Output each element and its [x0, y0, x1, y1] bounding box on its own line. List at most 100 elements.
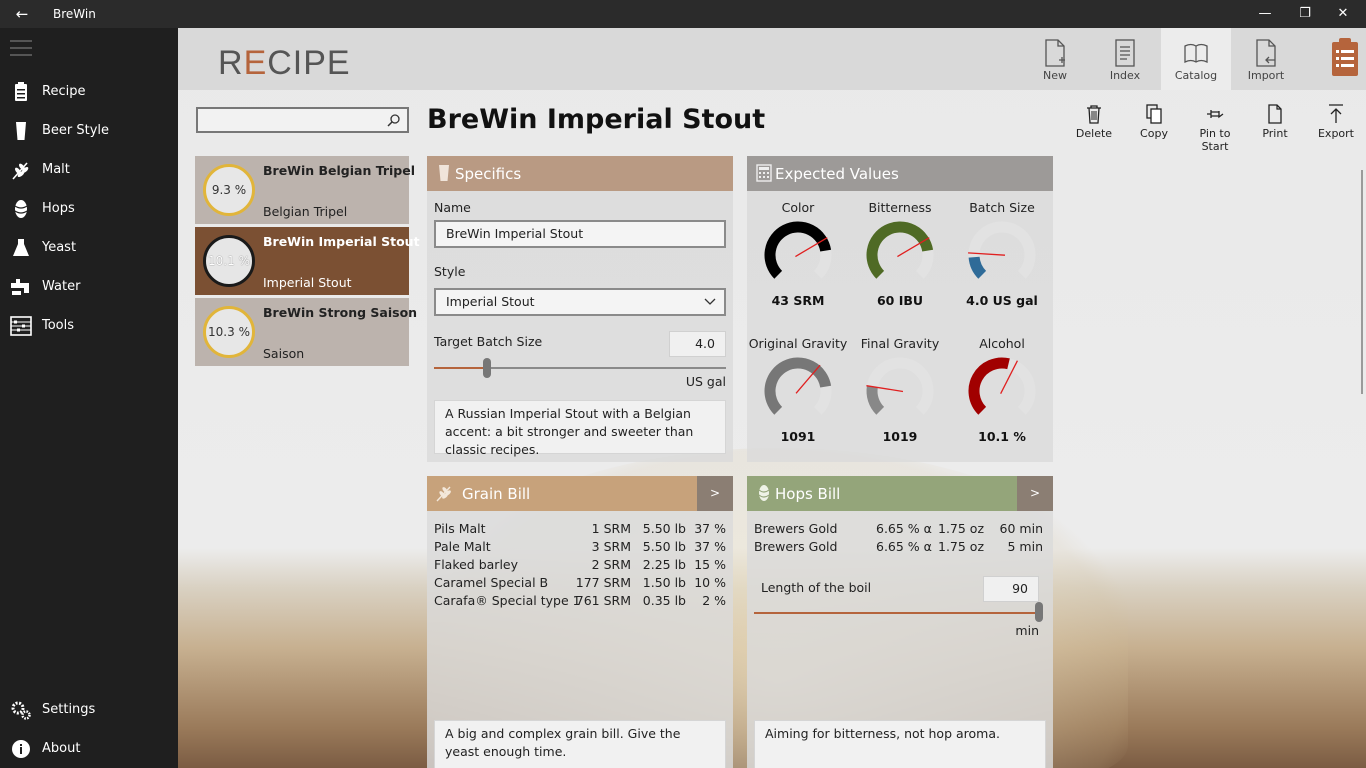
gauge-fill — [968, 256, 987, 279]
recipe-style: Saison — [263, 346, 305, 361]
sidebar-item-malt[interactable]: Malt — [0, 152, 178, 188]
abv-badge: 10.1 % — [203, 235, 255, 287]
table-row: Carafa® Special type 1 761 SRM 0.35 lb 2… — [434, 593, 726, 608]
expected-values-header: Expected Values — [747, 156, 1053, 191]
document-icon — [1268, 104, 1282, 124]
sidebar-item-settings[interactable]: Settings — [0, 692, 178, 728]
abv-badge: 10.3 % — [203, 306, 255, 358]
page-title: RECIPE — [218, 44, 351, 82]
hops-bill-note[interactable]: Aiming for bitterness, not hop aroma. — [754, 720, 1046, 768]
vertical-scrollbar[interactable] — [1361, 170, 1363, 394]
app-title: BreWin — [53, 7, 96, 21]
recipe-list-item-selected[interactable]: 10.1 % BreWin Imperial Stout Imperial St… — [195, 227, 420, 295]
search-box[interactable] — [196, 107, 409, 133]
sidebar-item-about[interactable]: About — [0, 731, 178, 767]
recipe-style: Imperial Stout — [263, 275, 352, 290]
sidebar-item-yeast[interactable]: Yeast — [0, 230, 178, 266]
boil-length-slider-thumb[interactable] — [1035, 602, 1043, 622]
expected-values-panel: Expected Values Color 43 SRM Bitterness … — [747, 156, 1053, 462]
sidebar-item-water[interactable]: Water — [0, 269, 178, 305]
chevron-down-icon — [704, 298, 716, 305]
sidebar-item-hops[interactable]: Hops — [0, 191, 178, 227]
batch-size-gauge-dial — [968, 221, 1036, 279]
export-icon — [1329, 104, 1343, 123]
sidebar-item-label: Water — [42, 279, 81, 294]
sidebar-item-label: Settings — [42, 702, 96, 717]
title-bar: ← BreWin — ❐ ✕ — [0, 0, 1366, 28]
pin-icon — [1207, 110, 1224, 119]
import-button[interactable]: Import — [1231, 28, 1301, 90]
hops-bill-header: Hops Bill > — [747, 476, 1053, 511]
glass-icon — [439, 165, 449, 181]
search-icon[interactable] — [387, 113, 401, 127]
gauge-fill — [866, 385, 885, 415]
grain-bill-panel: Grain Bill > Pils Malt 1 SRM 5.50 lb 37 … — [427, 476, 733, 768]
table-row: Pils Malt 1 SRM 5.50 lb 37 % — [434, 521, 726, 536]
hops-bill-more-button[interactable]: > — [1017, 476, 1053, 511]
style-value: Imperial Stout — [446, 294, 535, 309]
grain-bill-more-button[interactable]: > — [697, 476, 733, 511]
batch-size-slider-thumb[interactable] — [482, 358, 491, 378]
boil-length-unit: min — [1015, 623, 1039, 638]
command-bar: RECIPE New Index Catalog Import — [178, 28, 1366, 90]
faucet-icon — [11, 279, 29, 295]
back-button[interactable]: ← — [10, 4, 34, 24]
specifics-header: Specifics — [427, 156, 733, 191]
delete-button[interactable]: Delete — [1064, 104, 1124, 144]
grain-bill-note[interactable]: A big and complex grain bill. Give the y… — [434, 720, 726, 768]
index-button[interactable]: Index — [1090, 28, 1160, 90]
sidebar-item-label: Recipe — [42, 84, 86, 99]
sidebar-item-label: Tools — [42, 318, 75, 333]
specifics-panel: Specifics Name BreWin Imperial Stout Sty… — [427, 156, 733, 462]
print-button[interactable]: Print — [1245, 104, 1305, 144]
calculator-icon — [756, 164, 772, 182]
boil-length-label: Length of the boil — [761, 580, 872, 595]
clipboard-icon — [15, 82, 27, 101]
trash-icon — [1087, 105, 1101, 124]
recipe-name: BreWin Strong Saison — [263, 305, 418, 320]
style-label: Style — [434, 264, 466, 279]
copy-button[interactable]: Copy — [1124, 104, 1184, 144]
recipe-style: Belgian Tripel — [263, 204, 348, 219]
copy-icon — [1146, 104, 1162, 124]
gears-icon — [11, 701, 31, 720]
recipe-list-item[interactable]: 9.3 % BreWin Belgian Tripel Belgian Trip… — [195, 156, 415, 224]
gauge-fill — [968, 357, 1010, 415]
name-label: Name — [434, 200, 471, 215]
catalog-button[interactable]: Catalog — [1161, 28, 1231, 90]
sidebar-item-label: Yeast — [42, 240, 77, 255]
sidebar-item-label: Beer Style — [42, 123, 110, 138]
batch-size-input[interactable]: 4.0 — [669, 331, 726, 357]
sidebar-item-beer-style[interactable]: Beer Style — [0, 113, 178, 149]
name-field[interactable]: BreWin Imperial Stout — [434, 220, 726, 248]
hamburger-menu-icon[interactable] — [10, 40, 32, 58]
sidebar-item-recipe[interactable]: Recipe — [0, 74, 178, 110]
new-button[interactable]: New — [1020, 28, 1090, 90]
boil-length-input[interactable]: 90 — [983, 576, 1039, 602]
color-gauge-dial — [764, 221, 832, 279]
table-row: Brewers Gold 6.65 % α 1.75 oz 60 min — [754, 521, 1043, 536]
wheat-icon — [12, 162, 29, 180]
abacus-icon — [10, 316, 32, 336]
export-button[interactable]: Export — [1306, 104, 1366, 144]
search-input[interactable] — [198, 109, 378, 131]
gauge-original-gravity: Original Gravity 1091 — [748, 336, 848, 444]
bitterness-gauge-dial — [866, 221, 934, 279]
alcohol-gauge-dial — [968, 357, 1036, 415]
table-row: Brewers Gold 6.65 % α 1.75 oz 5 min — [754, 539, 1043, 554]
hop-icon — [14, 200, 28, 218]
boil-length-slider-fill — [754, 612, 1039, 614]
pin-to-start-button[interactable]: Pin to Start — [1185, 104, 1245, 153]
final-gravity-gauge-dial — [866, 357, 934, 415]
recipe-list-item[interactable]: 10.3 % BreWin Strong Saison Saison — [195, 298, 417, 366]
clipboard-list-icon[interactable] — [1330, 36, 1360, 78]
sidebar: Recipe Beer Style Malt Hops Yeast Water … — [0, 28, 178, 768]
new-document-icon — [1045, 39, 1065, 67]
sidebar-item-tools[interactable]: Tools — [0, 308, 178, 344]
description-field[interactable]: A Russian Imperial Stout with a Belgian … — [434, 400, 726, 457]
info-icon — [12, 740, 30, 758]
close-button[interactable]: ✕ — [1320, 0, 1366, 28]
sidebar-item-label: Hops — [42, 201, 75, 216]
style-dropdown[interactable]: Imperial Stout — [434, 288, 726, 316]
gauge-color: Color 43 SRM — [747, 200, 849, 308]
